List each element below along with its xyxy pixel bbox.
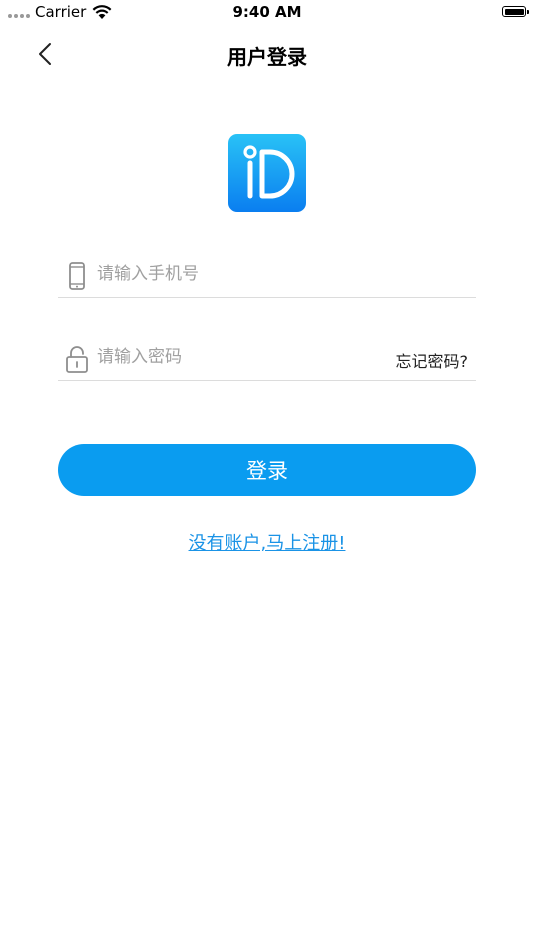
login-button[interactable]: 登录	[58, 444, 476, 496]
forgot-password-link[interactable]: 忘记密码?	[396, 348, 469, 372]
status-bar: Carrier 9:40 AM	[0, 0, 534, 26]
password-field: 忘记密码?	[58, 334, 476, 381]
battery-icon	[502, 6, 529, 17]
page-title: 用户登录	[227, 45, 307, 69]
app-logo-icon	[228, 134, 306, 212]
navigation-bar: 用户登录	[0, 26, 534, 82]
phone-icon	[69, 262, 85, 290]
register-link[interactable]: 没有账户,马上注册!	[0, 529, 534, 555]
password-input[interactable]	[97, 342, 387, 372]
phone-field	[58, 251, 476, 298]
phone-input[interactable]	[97, 259, 387, 289]
status-time: 9:40 AM	[232, 3, 302, 21]
login-screen: Carrier 9:40 AM 用户登录 请输入手机号 忘记密码? 登录 没有账…	[0, 0, 534, 950]
unlock-icon	[66, 346, 88, 373]
